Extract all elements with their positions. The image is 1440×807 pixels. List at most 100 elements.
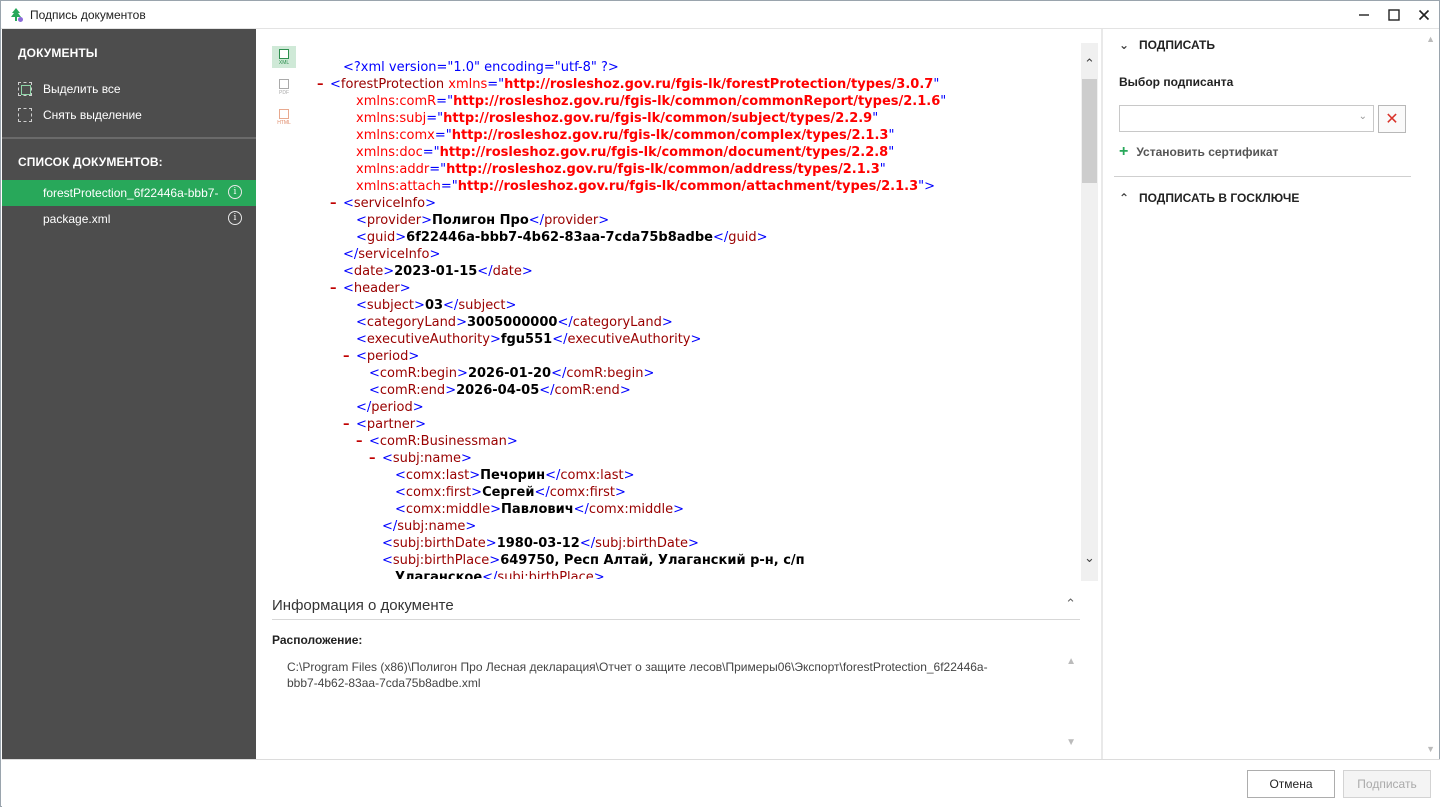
goskey-section-header[interactable]: ⌃ ПОДПИСАТЬ В ГОСКЛЮЧЕ: [1119, 191, 1299, 205]
xml-format-label: XML: [278, 60, 290, 66]
title-bar: Подпись документов: [1, 1, 1439, 29]
xml-line: xmlns:attach="http://rosleshoz.gov.ru/fg…: [356, 179, 936, 194]
collapse-toggle-icon[interactable]: –: [330, 280, 337, 297]
xml-scrollbar[interactable]: ⌃ ⌄: [1081, 43, 1098, 581]
chevron-down-icon: ⌄: [1358, 111, 1367, 122]
deselect-button[interactable]: Снять выделение: [18, 106, 142, 124]
scroll-up-icon[interactable]: ▲: [1426, 34, 1435, 44]
document-info-panel: Информация о документе ⌃ Расположение: C…: [272, 592, 1080, 759]
xml-line: – <header>: [330, 280, 411, 297]
deselect-icon: [18, 108, 32, 122]
xml-line: – <forestProtection xmlns="http://roslesh…: [317, 76, 940, 93]
select-all-icon: [18, 82, 32, 96]
app-window: Подпись документов ДОКУМЕНТЫ Выделить вс…: [0, 0, 1440, 807]
xml-format-button[interactable]: XML: [272, 46, 296, 68]
document-list-item[interactable]: package.xml i: [2, 206, 256, 232]
install-certificate-button[interactable]: + Установить сертификат: [1119, 143, 1278, 161]
xml-file-icon: [279, 49, 289, 59]
sign-button[interactable]: Подписать: [1343, 770, 1431, 798]
xml-line: xmlns:addr="http://rosleshoz.gov.ru/fgis…: [356, 162, 886, 177]
signer-select[interactable]: ⌄: [1119, 105, 1374, 132]
select-all-label: Выделить все: [43, 82, 121, 96]
xml-line: – <period>: [343, 348, 420, 365]
sign-section-header[interactable]: ⌄ ПОДПИСАТЬ: [1119, 38, 1215, 52]
plus-icon: +: [1119, 143, 1129, 160]
xml-line: <provider>Полигон Про</provider>: [356, 213, 610, 228]
document-list-heading: СПИСОК ДОКУМЕНТОВ:: [18, 155, 163, 169]
document-item-label: forestProtection_6f22446a-bbb7-: [43, 186, 219, 200]
close-window-button[interactable]: [1409, 1, 1439, 29]
xml-line: – <comR:Businessman>: [356, 433, 518, 450]
scroll-down-icon[interactable]: ▼: [1426, 744, 1435, 754]
xml-line: xmlns:doc="http://rosleshoz.gov.ru/fgis-…: [356, 145, 895, 160]
documents-sidebar: ДОКУМЕНТЫ Выделить все Снять выделение С…: [2, 29, 256, 759]
info-icon[interactable]: i: [228, 185, 242, 199]
minimize-icon: [1359, 14, 1369, 16]
cancel-button[interactable]: Отмена: [1247, 770, 1335, 798]
html-format-button[interactable]: HTML: [272, 106, 296, 128]
document-info-title: Информация о документе: [272, 597, 454, 614]
xml-line: <subj:birthPlace>649750, Респ Алтай, Ула…: [382, 553, 805, 568]
goskey-heading: ПОДПИСАТЬ В ГОСКЛЮЧЕ: [1139, 191, 1300, 205]
window-title: Подпись документов: [30, 8, 146, 22]
document-item-label: package.xml: [43, 212, 111, 226]
xml-line: <subject>03</subject>: [356, 298, 517, 313]
xml-line: <comx:last>Печорин</comx:last>: [395, 468, 635, 483]
chevron-up-icon: ⌃: [1119, 191, 1130, 205]
xml-line: </period>: [356, 400, 424, 415]
xml-line: <comx:first>Сергей</comx:first>: [395, 485, 626, 500]
pdf-format-label: PDF: [279, 90, 289, 96]
xml-line: – <serviceInfo>: [330, 195, 436, 212]
xml-line: <subj:birthDate>1980-03-12</subj:birthDa…: [382, 536, 699, 551]
scroll-up-icon[interactable]: ▲: [1066, 656, 1076, 667]
sidebar-divider: [2, 137, 256, 139]
document-info-header[interactable]: Информация о документе ⌃: [272, 592, 1080, 620]
pdf-file-icon: [279, 79, 289, 89]
xml-line: <executiveAuthority>fgu551</executiveAut…: [356, 332, 702, 347]
maximize-button[interactable]: [1379, 1, 1409, 29]
minimize-button[interactable]: [1349, 1, 1379, 29]
location-label: Расположение:: [272, 633, 363, 647]
scroll-down-icon[interactable]: ▼: [1066, 737, 1076, 748]
clear-signer-button[interactable]: ✕: [1378, 105, 1406, 133]
xml-line: xmlns:subj="http://rosleshoz.gov.ru/fgis…: [356, 111, 879, 126]
xml-line: <date>2023-01-15</date>: [343, 264, 533, 279]
html-file-icon: [279, 109, 289, 119]
xml-line: <comx:middle>Павлович</comx:middle>: [395, 502, 685, 517]
dialog-footer: Отмена Подписать: [2, 759, 1440, 807]
xml-line: <guid>6f22446a-bbb7-4b62-83aa-7cda75b8ad…: [356, 230, 768, 245]
xml-line: Улаганское</subj:birthPlace>: [395, 570, 605, 579]
info-icon[interactable]: i: [228, 211, 242, 225]
xml-line: <?xml version="1.0" encoding="utf-8" ?>: [343, 60, 619, 75]
close-icon: [1418, 9, 1430, 21]
format-switcher: XML PDF HTML: [272, 46, 298, 136]
scrollbar-thumb[interactable]: [1082, 79, 1097, 183]
scroll-down-icon[interactable]: ⌄: [1081, 549, 1098, 566]
scroll-up-icon[interactable]: ⌃: [1081, 55, 1098, 72]
html-format-label: HTML: [277, 120, 291, 126]
collapse-toggle-icon[interactable]: –: [343, 416, 350, 433]
collapse-toggle-icon[interactable]: –: [343, 348, 350, 365]
collapse-toggle-icon[interactable]: –: [369, 450, 376, 467]
xml-line: – <subj:name>: [369, 450, 472, 467]
document-list-item[interactable]: forestProtection_6f22446a-bbb7- i: [2, 180, 256, 206]
collapse-toggle-icon[interactable]: –: [317, 76, 324, 93]
document-viewer: XML PDF HTML <?xml version="1.0" encodin…: [257, 29, 1099, 759]
documents-heading: ДОКУМЕНТЫ: [18, 46, 98, 60]
chevron-up-icon[interactable]: ⌃: [1065, 596, 1076, 612]
xml-line: <categoryLand>3005000000</categoryLand>: [356, 315, 673, 330]
close-icon: ✕: [1385, 111, 1399, 128]
sign-panel: ⌄ ПОДПИСАТЬ Выбор подписанта ⌄ ✕ + Устан…: [1101, 29, 1439, 759]
select-all-button[interactable]: Выделить все: [18, 80, 121, 98]
app-logo-icon: [11, 8, 23, 22]
pdf-format-button[interactable]: PDF: [272, 76, 296, 98]
collapse-toggle-icon[interactable]: –: [330, 195, 337, 212]
collapse-toggle-icon[interactable]: –: [356, 433, 363, 450]
maximize-icon: [1388, 9, 1400, 21]
location-path: C:\Program Files (x86)\Полигон Про Лесна…: [287, 660, 988, 690]
sign-panel-divider: [1114, 176, 1411, 177]
chevron-down-icon: ⌄: [1119, 38, 1130, 52]
xml-line: </serviceInfo>: [343, 247, 441, 262]
xml-line: </subj:name>: [382, 519, 477, 534]
xml-line: <comR:end>2026-04-05</comR:end>: [369, 383, 631, 398]
